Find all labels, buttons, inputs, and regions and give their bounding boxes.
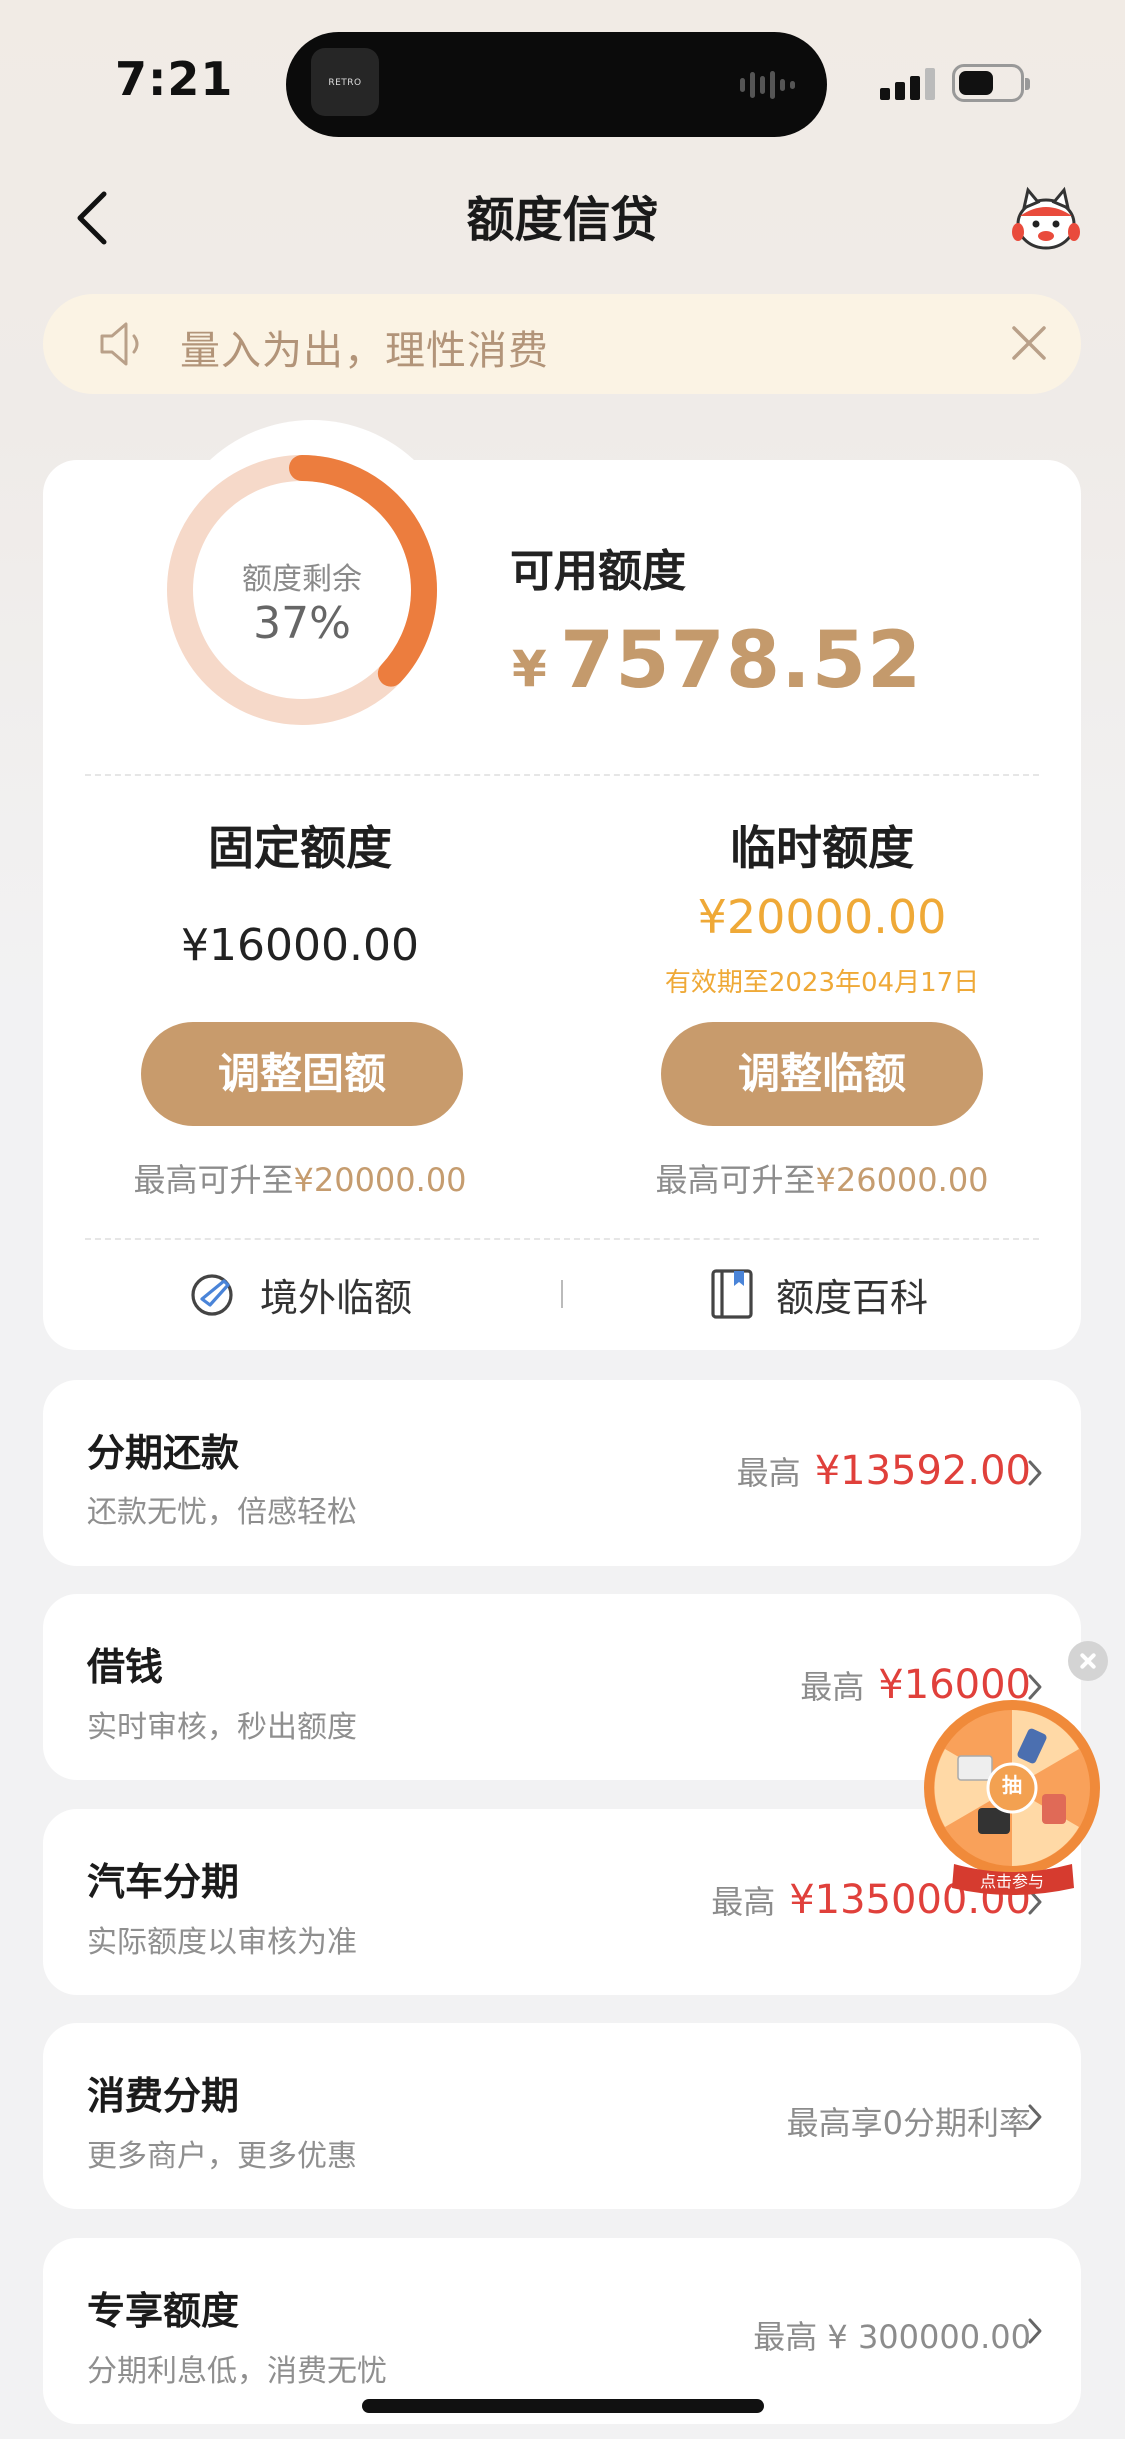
row-max-prefix: 最高 xyxy=(711,1883,776,1921)
temp-max-note: 最高可升至¥26000.00 xyxy=(607,1155,1037,1201)
row-max-amount: 最高享0分期利率 xyxy=(787,2098,1031,2144)
fixed-limit-amount: ¥16000.00 xyxy=(181,920,419,971)
available-amount: 7578.52 xyxy=(560,616,923,706)
available-currency: ¥ xyxy=(512,640,547,698)
temp-max-value: ¥26000.00 xyxy=(815,1161,989,1199)
mascot-icon[interactable] xyxy=(1010,186,1082,252)
adjust-temp-button[interactable]: 调整临额 xyxy=(661,1022,983,1126)
row-title: 汽车分期 xyxy=(87,1860,240,1904)
row-title: 分期还款 xyxy=(87,1431,240,1475)
overseas-temp-limit-label: 境外临额 xyxy=(260,1275,413,1320)
row-title: 专享额度 xyxy=(87,2289,240,2333)
fixed-max-value: ¥20000.00 xyxy=(293,1161,467,1199)
book-icon xyxy=(711,1269,753,1319)
chevron-right-icon xyxy=(1028,2318,1042,2344)
row-max-amount: 最高 ¥13592.00 xyxy=(737,1448,1031,1494)
fixed-max-note: 最高可升至¥20000.00 xyxy=(85,1155,515,1201)
limit-encyclopedia-link[interactable]: 额度百科 xyxy=(710,1264,928,1324)
row-subtitle: 更多商户，更多优惠 xyxy=(87,2139,357,2174)
chevron-right-icon xyxy=(1028,1460,1042,1486)
row-subtitle: 实时审核，秒出额度 xyxy=(87,1710,357,1745)
island-app-icon: RETRO xyxy=(311,48,379,116)
limit-encyclopedia-label: 额度百科 xyxy=(776,1275,929,1320)
temp-max-prefix: 最高可升至 xyxy=(655,1161,816,1199)
chevron-right-icon xyxy=(1028,2104,1042,2130)
fixed-max-prefix: 最高可升至 xyxy=(133,1161,294,1199)
ring-label: 额度剩余 xyxy=(242,562,362,597)
row-max-prefix: 最高享0分期利率 xyxy=(786,2104,1031,2142)
close-icon[interactable] xyxy=(1010,324,1048,362)
status-time: 7:21 xyxy=(115,52,234,106)
wheel-center-label: 抽 xyxy=(1002,1773,1022,1797)
row-max-prefix: 最高 xyxy=(736,1454,801,1492)
audio-wave-icon xyxy=(740,70,800,100)
available-label: 可用额度 xyxy=(510,546,686,597)
row-subtitle: 实际额度以审核为准 xyxy=(87,1925,357,1960)
speaker-icon xyxy=(100,322,139,366)
island-app-label: RETRO xyxy=(328,78,362,88)
temp-limit-valid-date: 有效期至2023年04月17日 xyxy=(664,968,980,998)
overseas-temp-limit-link[interactable]: 境外临额 xyxy=(188,1264,412,1324)
row-subtitle: 分期利息低，消费无忧 xyxy=(87,2354,387,2389)
row-title: 借钱 xyxy=(87,1645,164,1689)
ring-percent: 37% xyxy=(253,598,351,649)
wheel-join-label[interactable]: 点击参与 xyxy=(952,1866,1072,1898)
notice-text: 量入为出，理性消费 xyxy=(180,328,549,374)
divider xyxy=(85,1238,1039,1240)
row-subtitle: 还款无忧，倍感轻松 xyxy=(87,1495,357,1530)
home-indicator xyxy=(362,2399,764,2413)
row-max-amount: 最高 ¥ 300000.00 xyxy=(753,2312,1031,2358)
row-title: 消费分期 xyxy=(87,2074,240,2118)
fixed-limit-title: 固定额度 xyxy=(208,821,392,875)
temp-limit-title: 临时额度 xyxy=(730,821,914,875)
divider xyxy=(85,774,1039,776)
plane-globe-icon xyxy=(191,1274,233,1316)
row-max-value: ¥13592.00 xyxy=(814,1448,1031,1494)
row-max-prefix: 最高 ¥ 300000.00 xyxy=(753,2318,1031,2356)
adjust-fixed-button[interactable]: 调整固额 xyxy=(141,1022,463,1126)
page-title: 额度信贷 xyxy=(466,192,659,248)
battery-icon xyxy=(952,64,1030,102)
row-max-prefix: 最高 xyxy=(800,1668,865,1706)
wheel-close-icon[interactable] xyxy=(1068,1641,1108,1681)
temp-limit-amount: ¥20000.00 xyxy=(697,890,947,944)
link-divider xyxy=(561,1280,563,1308)
signal-icon xyxy=(880,64,938,100)
